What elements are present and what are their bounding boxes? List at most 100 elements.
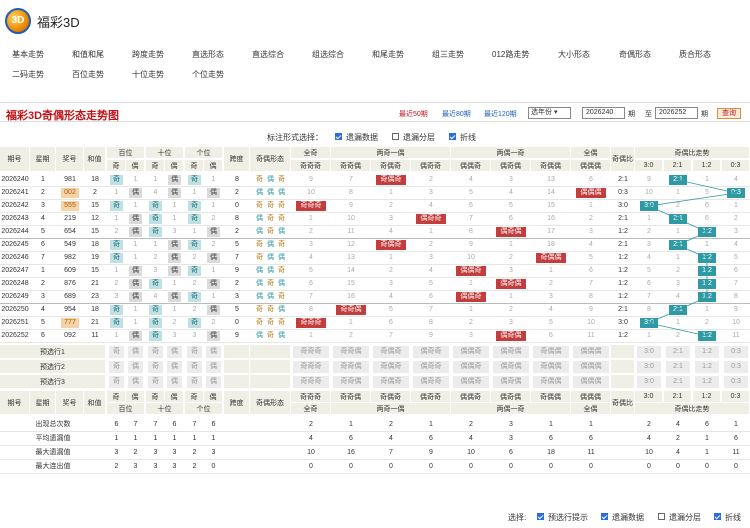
preselect-group[interactable]: 偶偶偶 [573,346,609,358]
preselect-group[interactable]: 偶偶偶 [573,376,609,388]
preselect-group[interactable]: 奇奇奇 [293,346,329,358]
trend-cell: 10 [732,319,740,326]
trend-cell: 7 [647,293,651,300]
preselect-group[interactable]: 偶奇偶 [493,376,529,388]
preselect-group[interactable]: 奇偶奇 [373,376,409,388]
ratio-cell: 1:2 [618,332,628,339]
preselect-group[interactable]: 偶偶奇 [453,346,489,358]
preselect-position[interactable]: 偶 [167,361,182,373]
preselect-group[interactable]: 偶偶偶 [573,361,609,373]
footer-polyline-checkbox[interactable] [714,513,721,520]
preselect-group[interactable]: 奇偶偶 [533,376,569,388]
preselect-group[interactable]: 偶偶奇 [453,361,489,373]
preselect-group[interactable]: 奇奇奇 [293,361,329,373]
preselect-trend[interactable]: 1:2 [695,376,719,388]
form-char: 偶 [278,332,285,339]
trend-cell: 1 [647,332,651,339]
preselect-group[interactable]: 奇偶偶 [533,346,569,358]
preselect-group[interactable]: 奇奇奇 [293,376,329,388]
header-ratio-sub: 3:0 [635,160,663,172]
preselect-position[interactable]: 奇 [109,346,124,358]
preselect-group[interactable]: 偶偶奇 [453,376,489,388]
preselect-trend[interactable]: 3:0 [637,361,661,373]
group-cell: 4 [509,189,513,196]
preselect-position[interactable]: 偶 [128,376,143,388]
preselect-group[interactable]: 偶奇偶 [493,346,529,358]
preselect-trend[interactable]: 3:0 [637,376,661,388]
preselect-row-label[interactable]: 预选行1 [0,345,106,359]
preselect-trend[interactable]: 1:2 [695,346,719,358]
position-cell: 偶 [129,188,142,198]
preselect-form [250,345,291,359]
preselect-group[interactable]: 奇奇偶 [333,361,369,373]
preselect-trend[interactable]: 2:1 [666,361,690,373]
preselect-group[interactable]: 偶奇奇 [413,361,449,373]
group-cell: 13 [547,176,555,183]
stat-position: 6 [211,421,216,428]
preselect-trend[interactable]: 0:3 [724,361,748,373]
position-cell: 1 [133,254,138,261]
preselect-group[interactable]: 偶奇偶 [493,361,529,373]
preselect-position[interactable]: 偶 [167,376,182,388]
form-char: 奇 [267,280,274,287]
preselect-group[interactable]: 偶奇奇 [413,346,449,358]
stat-position: 6 [172,421,177,428]
preselect-position[interactable]: 奇 [148,361,163,373]
form-char: 奇 [267,228,274,235]
stat-group: 2 [389,421,393,428]
trend-cell: 10 [645,189,653,196]
preselect-trend[interactable]: 0:3 [724,376,748,388]
footer-missing-layer-label: 遗漏分层 [669,513,701,522]
footer-header-odd: 奇 [146,391,165,403]
preselect-trend[interactable]: 1:2 [695,361,719,373]
stat-label: 最大连出值 [35,463,71,470]
preselect-position[interactable]: 偶 [206,361,221,373]
footer-missing-layer-checkbox[interactable] [658,513,665,520]
preselect-trend[interactable]: 2:1 [666,346,690,358]
stat-trend: 6 [705,421,709,428]
preselect-position[interactable]: 奇 [148,346,163,358]
preselect-position[interactable]: 奇 [109,361,124,373]
group-cell: 4 [429,267,433,274]
sum-cell: 12 [91,215,99,222]
footer-header-sum: 和值 [84,391,106,415]
preselect-row-label[interactable]: 预选行3 [0,375,106,389]
preselect-position[interactable]: 偶 [206,376,221,388]
preselect-position[interactable]: 奇 [187,376,202,388]
preselect-trend[interactable]: 3:0 [637,346,661,358]
preselect-hint-checkbox[interactable] [537,513,544,520]
preselect-group[interactable]: 奇偶奇 [373,361,409,373]
issue-cell: 2026246 [1,254,29,261]
position-cell: 1 [172,280,177,287]
preselect-group[interactable]: 奇偶偶 [533,361,569,373]
trend-cell: 2 [676,202,680,209]
preselect-position[interactable]: 偶 [167,346,182,358]
position-cell: 1 [153,241,158,248]
preselect-group[interactable]: 奇奇偶 [333,346,369,358]
preselect-position[interactable]: 奇 [187,346,202,358]
preselect-position[interactable]: 偶 [206,346,221,358]
preselect-position[interactable]: 偶 [128,361,143,373]
preselect-group[interactable]: 偶奇奇 [413,376,449,388]
preselect-trend[interactable]: 2:1 [666,376,690,388]
preselect-trend[interactable]: 0:3 [724,346,748,358]
preselect-row-label[interactable]: 预选行2 [0,360,106,374]
preselect-position[interactable]: 偶 [128,346,143,358]
preselect-position[interactable]: 奇 [109,376,124,388]
prize-cell: 689 [64,293,76,300]
group-cell: 5 [589,254,593,261]
preselect-span [224,375,250,389]
form-char: 偶 [256,267,263,274]
sum-cell: 23 [91,293,99,300]
trend-cell: 3:0 [640,318,658,328]
preselect-group[interactable]: 奇偶奇 [373,346,409,358]
header-position: 百位 [107,147,145,159]
trend-cell: 3 [676,280,680,287]
position-cell: 2 [192,306,197,313]
footer-missing-data-checkbox[interactable] [601,513,608,520]
preselect-position[interactable]: 奇 [187,361,202,373]
preselect-position[interactable]: 奇 [148,376,163,388]
form-char: 奇 [256,306,263,313]
preselect-ratio [611,345,635,359]
preselect-group[interactable]: 奇奇偶 [333,376,369,388]
